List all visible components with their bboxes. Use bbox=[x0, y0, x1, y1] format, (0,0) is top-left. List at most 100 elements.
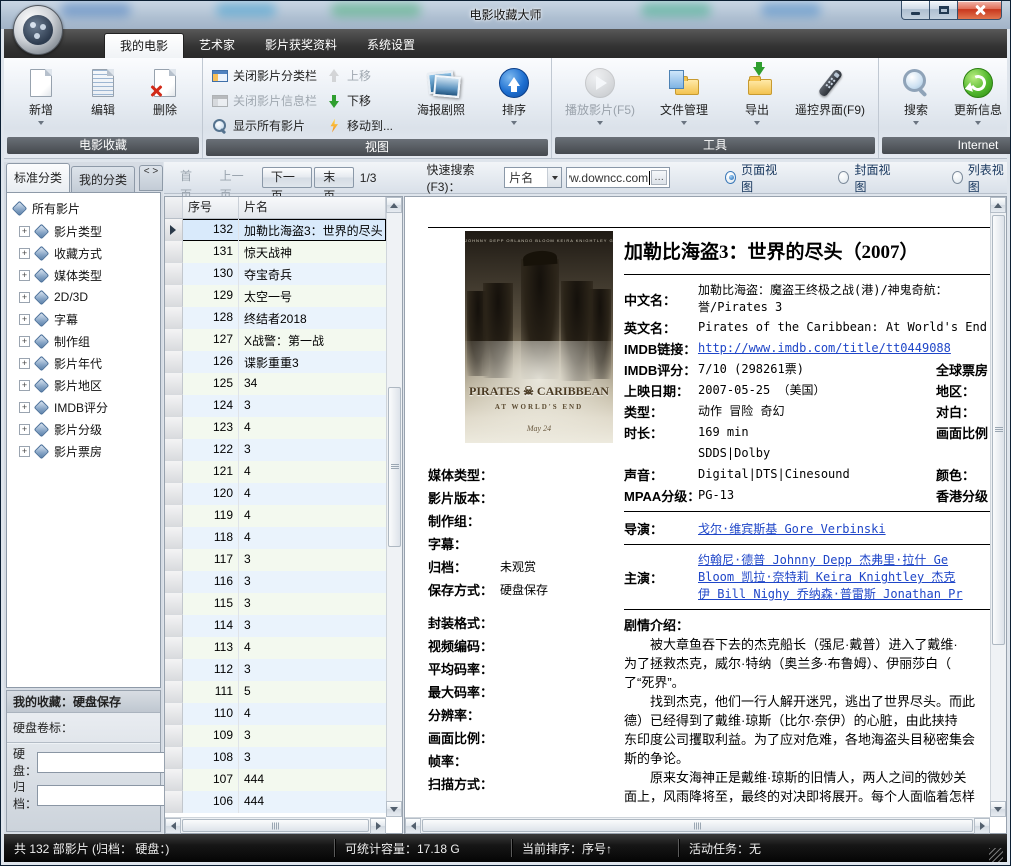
tab-my-movies[interactable]: 我的电影 bbox=[104, 33, 184, 58]
row-selector[interactable] bbox=[165, 329, 183, 351]
movie-row[interactable]: 128终结者2018 bbox=[165, 307, 386, 329]
tab-artists[interactable]: 艺术家 bbox=[184, 33, 250, 58]
scroll-right-button[interactable] bbox=[370, 818, 386, 834]
movie-row[interactable]: 106444 bbox=[165, 791, 386, 813]
movie-row[interactable]: 107444 bbox=[165, 769, 386, 791]
expand-icon[interactable]: + bbox=[19, 226, 30, 237]
row-selector[interactable] bbox=[165, 637, 183, 659]
title-bar[interactable]: 电影收藏大师 bbox=[1, 1, 1010, 29]
row-selector[interactable] bbox=[165, 285, 183, 307]
tree-item[interactable]: +2D/3D bbox=[13, 286, 160, 308]
director-link[interactable]: 戈尔·维宾斯基 Gore Verbinski bbox=[698, 520, 886, 537]
movie-row[interactable]: 1223 bbox=[165, 439, 386, 461]
expand-icon[interactable]: + bbox=[19, 336, 30, 347]
movie-row[interactable]: 1163 bbox=[165, 571, 386, 593]
radio-page-view[interactable]: 页面视图 bbox=[725, 161, 780, 195]
show-all-movies-button[interactable]: 显示所有影片 bbox=[211, 113, 317, 138]
tree-item[interactable]: +影片票房 bbox=[13, 440, 160, 462]
row-selector[interactable] bbox=[165, 593, 183, 615]
movie-row[interactable]: 1115 bbox=[165, 681, 386, 703]
export-button[interactable]: 导出 bbox=[726, 61, 788, 136]
scrollbar-thumb[interactable] bbox=[388, 387, 401, 547]
movie-list-vertical-scrollbar[interactable] bbox=[386, 197, 402, 817]
movie-row[interactable]: 131惊天战神 bbox=[165, 241, 386, 263]
movie-row[interactable]: 130夺宝奇兵 bbox=[165, 263, 386, 285]
delete-movie-button[interactable]: 删除 bbox=[134, 61, 196, 136]
tab-standard-categories[interactable]: 标准分类 bbox=[6, 163, 70, 192]
row-selector[interactable] bbox=[165, 725, 183, 747]
radio-list-view[interactable]: 列表视图 bbox=[952, 161, 1007, 195]
movie-row[interactable]: 1134 bbox=[165, 637, 386, 659]
expand-icon[interactable]: + bbox=[19, 292, 30, 303]
add-movie-button[interactable]: 新增 bbox=[10, 61, 72, 136]
row-selector[interactable] bbox=[165, 417, 183, 439]
row-selector[interactable] bbox=[165, 263, 183, 285]
tree-item[interactable]: +影片年代 bbox=[13, 352, 160, 374]
row-selector[interactable] bbox=[165, 681, 183, 703]
quick-search-input[interactable]: www.downcc.com … bbox=[566, 167, 670, 188]
tree-item[interactable]: +IMDB评分 bbox=[13, 396, 160, 418]
scroll-right-button[interactable] bbox=[974, 818, 990, 834]
movie-row[interactable]: 1083 bbox=[165, 747, 386, 769]
column-header-no[interactable]: 序号 bbox=[183, 197, 239, 218]
tree-item[interactable]: +收藏方式 bbox=[13, 242, 160, 264]
file-manager-button[interactable]: 文件管理 bbox=[642, 61, 726, 136]
remote-control-button[interactable]: 遥控界面(F9) bbox=[788, 61, 872, 136]
expand-icon[interactable]: + bbox=[19, 380, 30, 391]
scrollbar-thumb[interactable] bbox=[422, 819, 973, 832]
poster-stills-button[interactable]: 海报剧照 bbox=[399, 61, 483, 138]
row-selector[interactable] bbox=[165, 307, 183, 329]
row-selector[interactable] bbox=[165, 351, 183, 373]
resize-grip[interactable] bbox=[989, 848, 1003, 862]
app-menu-button[interactable] bbox=[13, 5, 63, 55]
expand-icon[interactable]: + bbox=[19, 402, 30, 413]
cast-link-line[interactable]: Bloom 凯拉·奈特莉 Keira Knightley 杰克 bbox=[698, 569, 963, 586]
row-selector[interactable] bbox=[165, 791, 183, 813]
row-selector[interactable] bbox=[165, 527, 183, 549]
expand-icon[interactable]: + bbox=[19, 314, 30, 325]
row-selector[interactable] bbox=[165, 615, 183, 637]
movie-row[interactable]: 129太空一号 bbox=[165, 285, 386, 307]
scroll-down-button[interactable] bbox=[990, 801, 1006, 817]
movie-row[interactable]: 1143 bbox=[165, 615, 386, 637]
minimize-button[interactable] bbox=[901, 1, 930, 20]
web-search-button[interactable]: 搜索 bbox=[885, 61, 947, 136]
tree-item[interactable]: +影片地区 bbox=[13, 374, 160, 396]
movie-row[interactable]: 1194 bbox=[165, 505, 386, 527]
row-selector[interactable] bbox=[165, 505, 183, 527]
expand-icon[interactable]: + bbox=[19, 248, 30, 259]
row-selector[interactable] bbox=[165, 461, 183, 483]
tab-settings[interactable]: 系统设置 bbox=[352, 33, 430, 58]
tree-item[interactable]: +媒体类型 bbox=[13, 264, 160, 286]
imdb-link[interactable]: http://www.imdb.com/title/tt0449088 bbox=[698, 340, 951, 357]
movie-row[interactable]: 12534 bbox=[165, 373, 386, 395]
column-header-title[interactable]: 片名 bbox=[239, 197, 386, 218]
movie-row[interactable]: 1123 bbox=[165, 659, 386, 681]
expand-icon[interactable]: + bbox=[19, 424, 30, 435]
row-selector[interactable] bbox=[165, 549, 183, 571]
maximize-button[interactable] bbox=[930, 1, 957, 20]
row-selector[interactable] bbox=[165, 395, 183, 417]
row-selector[interactable] bbox=[165, 483, 183, 505]
radio-cover-view[interactable]: 封面视图 bbox=[838, 161, 893, 195]
expand-icon[interactable]: + bbox=[19, 446, 30, 457]
expand-icon[interactable]: + bbox=[19, 358, 30, 369]
movie-row[interactable]: 1093 bbox=[165, 725, 386, 747]
movie-row[interactable]: 1214 bbox=[165, 461, 386, 483]
tree-item[interactable]: +影片分级 bbox=[13, 418, 160, 440]
row-selector[interactable] bbox=[165, 659, 183, 681]
scroll-down-button[interactable] bbox=[386, 801, 402, 817]
row-selector[interactable] bbox=[165, 219, 183, 241]
movie-list-horizontal-scrollbar[interactable] bbox=[165, 817, 386, 833]
row-selector[interactable] bbox=[165, 571, 183, 593]
cast-link-line[interactable]: 伊 Bill Nighy 乔纳森·普雷斯 Jonathan Pr bbox=[698, 586, 963, 603]
movie-row[interactable]: 1153 bbox=[165, 593, 386, 615]
tab-my-categories[interactable]: 我的分类 bbox=[71, 166, 135, 192]
scrollbar-thumb[interactable] bbox=[182, 819, 369, 832]
movie-row[interactable]: 1234 bbox=[165, 417, 386, 439]
movie-row[interactable]: 1204 bbox=[165, 483, 386, 505]
next-page-button[interactable]: 下一页 bbox=[262, 167, 312, 188]
cast-link-line[interactable]: 约翰尼·德普 Johnny Depp 杰弗里·拉什 Ge bbox=[698, 552, 963, 569]
detail-horizontal-scrollbar[interactable] bbox=[405, 817, 990, 833]
movie-row[interactable]: 132加勒比海盗3：世界的尽头 bbox=[165, 219, 386, 241]
